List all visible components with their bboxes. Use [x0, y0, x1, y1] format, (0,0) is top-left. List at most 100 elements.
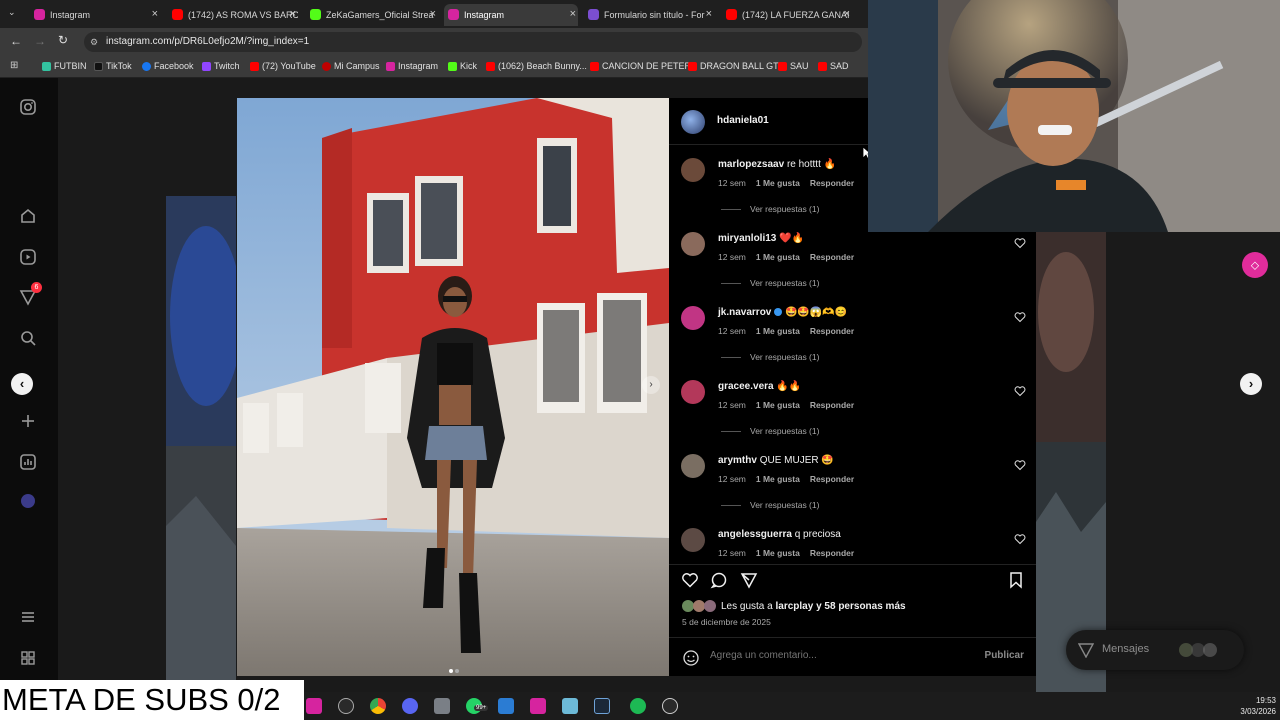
taskbar-app-icon[interactable]: [662, 698, 678, 714]
likes-summary[interactable]: Les gusta a larcplay y 58 personas más: [721, 601, 906, 612]
messages-icon[interactable]: 6: [19, 282, 42, 306]
like-heart-icon[interactable]: [1014, 311, 1026, 323]
view-replies-button[interactable]: Ver respuestas (1): [721, 278, 819, 288]
bookmark-youtube[interactable]: (72) YouTube: [250, 61, 316, 71]
back-arrow-icon[interactable]: ←: [10, 34, 22, 48]
reply-button[interactable]: Responder: [810, 326, 854, 336]
commenter-avatar[interactable]: [681, 454, 705, 478]
reels-icon[interactable]: [19, 248, 37, 266]
view-replies-button[interactable]: Ver respuestas (1): [721, 204, 819, 214]
instagram-logo-icon[interactable]: [19, 98, 37, 116]
emoji-icon[interactable]: [682, 649, 700, 667]
comment-username[interactable]: gracee.vera: [718, 381, 774, 392]
taskbar-whatsapp-icon[interactable]: 99+: [466, 698, 489, 714]
forward-arrow-icon[interactable]: →: [34, 34, 46, 48]
comment-username[interactable]: jk.navarrov: [718, 307, 771, 318]
bookmark-twitch[interactable]: Twitch: [202, 61, 240, 71]
post-photo[interactable]: [237, 98, 669, 676]
comment-username[interactable]: arymthv: [718, 455, 757, 466]
comment-username[interactable]: marlopezsaav: [718, 159, 784, 170]
liker-avatars[interactable]: [681, 599, 719, 613]
commenter-avatar[interactable]: [681, 158, 705, 182]
share-send-icon[interactable]: [740, 571, 758, 589]
save-bookmark-icon[interactable]: [1007, 571, 1025, 589]
search-icon[interactable]: [19, 329, 37, 347]
tab-forms[interactable]: Formulario sin título - For ×: [584, 4, 714, 26]
comment-input[interactable]: [710, 650, 960, 661]
comment-likes[interactable]: 1 Me gusta: [756, 400, 800, 410]
tab-youtube-1[interactable]: (1742) AS ROMA VS BARC ×: [168, 4, 298, 26]
reply-button[interactable]: Responder: [810, 474, 854, 484]
bookmark-dragon-ball-gt[interactable]: DRAGON BALL GT: [688, 61, 779, 71]
taskbar-steam-icon[interactable]: [594, 698, 610, 714]
reload-icon[interactable]: ↻: [58, 33, 68, 47]
bookmark-instagram[interactable]: Instagram: [386, 61, 438, 71]
tab-kick[interactable]: ZeKaGamers_Oficial Strea ×: [306, 4, 438, 26]
extension-pink-button[interactable]: ⬦: [1242, 252, 1268, 278]
close-tab-icon[interactable]: ×: [430, 8, 436, 20]
bookmark-facebook[interactable]: Facebook: [142, 61, 194, 71]
tab-search-chevron-icon[interactable]: ⌄: [8, 7, 16, 18]
comment-likes[interactable]: 1 Me gusta: [756, 326, 800, 336]
system-clock[interactable]: 19:53 3/03/2026: [1240, 695, 1276, 717]
commenter-avatar[interactable]: [681, 306, 705, 330]
bookmark-kick[interactable]: Kick: [448, 61, 477, 71]
publish-button[interactable]: Publicar: [985, 650, 1024, 661]
bookmark-beach-bunny[interactable]: (1062) Beach Bunny...: [486, 61, 587, 71]
close-tab-icon[interactable]: ×: [570, 8, 576, 20]
bookmark-sad[interactable]: SAD: [818, 61, 849, 71]
taskbar-app-icon[interactable]: [306, 698, 322, 714]
view-replies-button[interactable]: Ver respuestas (1): [721, 352, 819, 362]
comment-bubble-icon[interactable]: [710, 571, 728, 589]
comment-username[interactable]: angelessguerra: [718, 529, 792, 540]
taskbar-discord-icon[interactable]: [402, 698, 418, 714]
apps-grid-icon[interactable]: ⊞: [10, 60, 18, 71]
taskbar-spotify-icon[interactable]: [630, 698, 646, 714]
create-plus-icon[interactable]: [19, 412, 37, 430]
comment-likes[interactable]: 1 Me gusta: [756, 252, 800, 262]
close-tab-icon[interactable]: ×: [844, 8, 850, 20]
close-tab-icon[interactable]: ×: [152, 8, 158, 20]
commenter-avatar[interactable]: [681, 380, 705, 404]
author-avatar[interactable]: [681, 110, 705, 134]
previous-post-arrow-icon[interactable]: ‹: [11, 373, 33, 395]
bookmark-futbin[interactable]: FUTBIN: [42, 61, 87, 71]
like-heart-icon[interactable]: [1014, 237, 1026, 249]
like-heart-icon[interactable]: [1014, 533, 1026, 545]
comment-likes[interactable]: 1 Me gusta: [756, 548, 800, 558]
tab-youtube-2[interactable]: (1742) LA FUERZA GANAI ×: [722, 4, 852, 26]
commenter-avatar[interactable]: [681, 528, 705, 552]
bookmark-cancion-de-peter[interactable]: CANCION DE PETER: [590, 61, 691, 71]
commenter-avatar[interactable]: [681, 232, 705, 256]
taskbar-calculator-icon[interactable]: [434, 698, 450, 714]
likes-username[interactable]: larcplay: [775, 601, 813, 612]
home-icon[interactable]: [19, 207, 37, 225]
profile-avatar-icon[interactable]: [19, 492, 37, 510]
like-heart-icon[interactable]: [1014, 385, 1026, 397]
taskbar-app-icon[interactable]: [530, 698, 546, 714]
like-heart-icon[interactable]: [1014, 459, 1026, 471]
reply-button[interactable]: Responder: [810, 400, 854, 410]
view-replies-button[interactable]: Ver respuestas (1): [721, 426, 819, 436]
like-heart-icon[interactable]: [681, 571, 699, 589]
view-replies-button[interactable]: Ver respuestas (1): [721, 500, 819, 510]
taskbar-word-icon[interactable]: [498, 698, 514, 714]
bookmark-mi-campus[interactable]: Mi Campus: [322, 61, 380, 71]
comment-username[interactable]: miryanloli13: [718, 233, 776, 244]
comment-likes[interactable]: 1 Me gusta: [756, 474, 800, 484]
photo-next-arrow-icon[interactable]: ›: [642, 376, 660, 394]
bookmark-sau[interactable]: SAU: [778, 61, 809, 71]
messages-button[interactable]: Mensajes: [1066, 630, 1244, 670]
taskbar-obs-icon[interactable]: [338, 698, 354, 714]
likes-count[interactable]: y 58 personas más: [816, 601, 906, 612]
reply-button[interactable]: Responder: [810, 252, 854, 262]
site-info-icon[interactable]: ⚙: [90, 32, 98, 52]
menu-hamburger-icon[interactable]: [19, 608, 37, 626]
close-tab-icon[interactable]: ×: [290, 8, 296, 20]
taskbar-app-icon[interactable]: [562, 698, 578, 714]
author-username[interactable]: hdaniela01: [717, 115, 769, 126]
next-post-arrow-icon[interactable]: ›: [1240, 373, 1262, 395]
comment-likes[interactable]: 1 Me gusta: [756, 178, 800, 188]
taskbar-chrome-icon[interactable]: [370, 698, 386, 714]
close-tab-icon[interactable]: ×: [706, 8, 712, 20]
